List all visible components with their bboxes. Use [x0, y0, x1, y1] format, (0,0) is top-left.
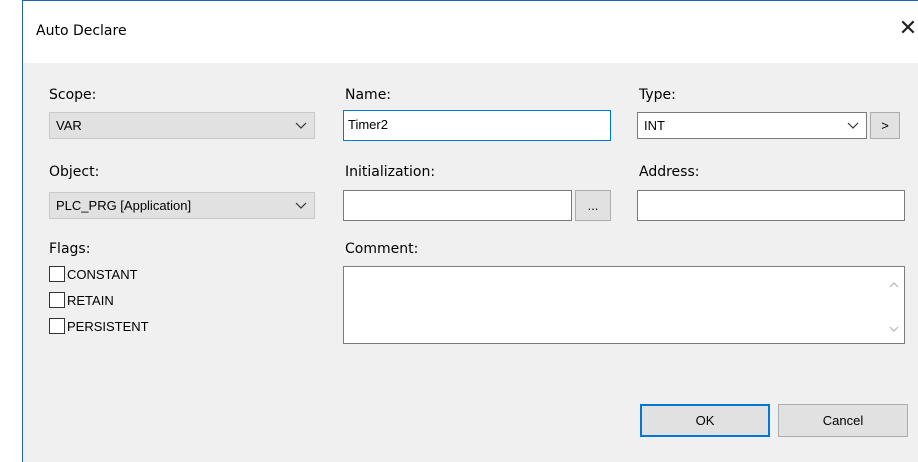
- chevron-down-icon: [295, 202, 307, 209]
- name-input[interactable]: Timer2: [343, 110, 611, 141]
- address-input[interactable]: [637, 190, 905, 221]
- type-value: INT: [644, 118, 665, 133]
- persistent-checkbox-label: PERSISTENT: [67, 318, 149, 334]
- auto-declare-dialog: Auto Declare ✕ Scope: VAR Name: Timer2 T…: [22, 0, 918, 462]
- title-bar: Auto Declare ✕: [23, 1, 918, 63]
- scope-dropdown[interactable]: VAR: [49, 112, 315, 139]
- flags-label: Flags:: [49, 241, 91, 257]
- scope-label: Scope:: [49, 87, 97, 103]
- address-label: Address:: [639, 164, 700, 180]
- constant-checkbox-label: CONSTANT: [67, 266, 138, 282]
- persistent-checkbox-row[interactable]: PERSISTENT: [49, 316, 149, 336]
- name-label: Name:: [345, 87, 392, 103]
- retain-checkbox-label: RETAIN: [67, 292, 114, 308]
- name-value: Timer2: [348, 117, 388, 132]
- type-dropdown[interactable]: INT: [637, 112, 867, 139]
- chevron-down-icon: [295, 122, 307, 129]
- constant-checkbox-row[interactable]: CONSTANT: [49, 264, 138, 284]
- chevron-down-icon: [847, 122, 859, 129]
- type-label: Type:: [639, 87, 676, 103]
- scroll-down-icon[interactable]: [888, 323, 900, 335]
- comment-label: Comment:: [345, 241, 419, 257]
- dialog-title: Auto Declare: [36, 23, 127, 39]
- type-browse-button[interactable]: >: [870, 112, 900, 139]
- persistent-checkbox[interactable]: [49, 318, 65, 334]
- object-label: Object:: [49, 164, 100, 180]
- scroll-up-icon[interactable]: [888, 279, 900, 291]
- cancel-button[interactable]: Cancel: [778, 404, 908, 437]
- retain-checkbox[interactable]: [49, 292, 65, 308]
- initialization-label: Initialization:: [345, 164, 436, 180]
- initialization-browse-button[interactable]: ...: [575, 190, 611, 221]
- constant-checkbox[interactable]: [49, 266, 65, 282]
- initialization-input[interactable]: [343, 190, 572, 221]
- object-dropdown[interactable]: PLC_PRG [Application]: [49, 192, 315, 219]
- comment-textarea[interactable]: [343, 266, 905, 344]
- ok-button[interactable]: OK: [640, 404, 770, 437]
- comment-scrollbar[interactable]: [884, 267, 904, 343]
- object-value: PLC_PRG [Application]: [56, 198, 192, 213]
- close-icon[interactable]: ✕: [898, 17, 918, 41]
- scope-value: VAR: [56, 118, 82, 133]
- retain-checkbox-row[interactable]: RETAIN: [49, 290, 114, 310]
